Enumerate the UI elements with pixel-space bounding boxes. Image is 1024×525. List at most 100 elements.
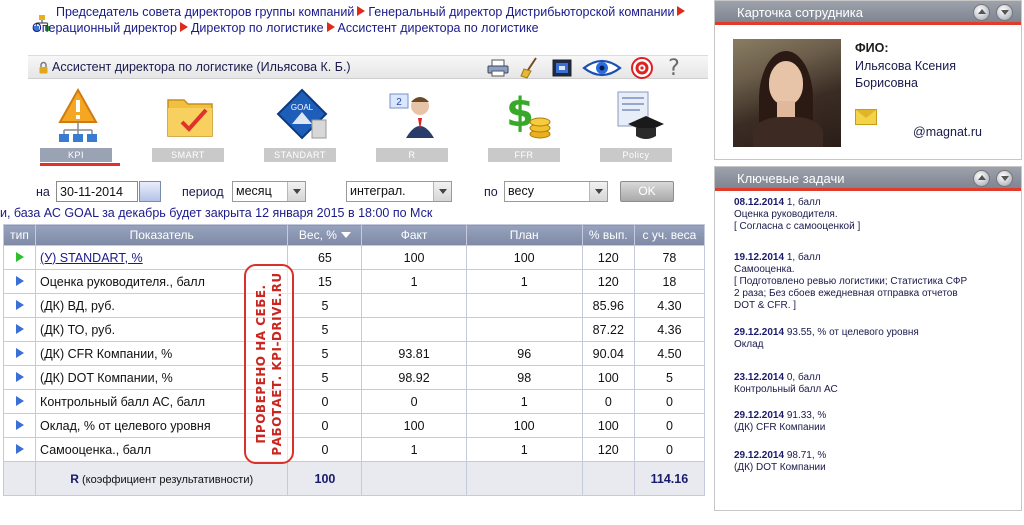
weight-cell: 0 (287, 389, 363, 414)
key-task-item[interactable]: 23.12.2014 0, балл Контрольный балл АС (734, 372, 1019, 396)
target-icon[interactable] (630, 57, 654, 79)
col-weight-label: Вес, % (298, 228, 337, 242)
plan-cell (465, 317, 583, 342)
key-task-date: 29.12.2014 (734, 410, 785, 421)
weight-cell: 65 (287, 245, 363, 270)
table-row[interactable]: (ДК) ТО, руб. 5 87.22 4.36 (2, 317, 706, 342)
calendar-icon[interactable] (139, 181, 161, 202)
key-task-item[interactable]: 29.12.2014 98.71, % (ДК) DOT Компании (734, 450, 1019, 474)
date-input[interactable] (56, 181, 138, 202)
ok-button[interactable]: OK (620, 181, 674, 202)
tab-kpi[interactable]: KPI (40, 86, 120, 166)
row-expand-cell[interactable] (2, 245, 37, 270)
collapse-up-icon[interactable] (973, 4, 990, 21)
key-task-value: 1, балл (786, 197, 821, 208)
period-select[interactable]: месяц (232, 181, 306, 202)
stamp-line-1: ПРОВЕРЕНО НА СЕБЕ. (254, 284, 268, 444)
row-expand-cell[interactable] (2, 437, 37, 462)
plan-cell: 1 (465, 269, 583, 294)
key-task-item[interactable]: 29.12.2014 93.55, % от целевого уровня Ок… (734, 327, 1019, 351)
col-percent[interactable]: % вып. (581, 224, 635, 246)
table-row[interactable]: (ДК) DOT Компании, % 5 98.92 98 100 5 (2, 365, 706, 390)
plan-cell: 98 (465, 365, 583, 390)
table-header-row: тип Показатель Вес, % Факт План % вып. с… (2, 224, 706, 246)
table-row[interactable]: Оклад, % от целевого уровня 0 100 100 100 0 (2, 413, 706, 438)
expand-arrow-icon (15, 347, 24, 358)
table-row[interactable]: (У) STANDART, % 65 100 100 120 78 (2, 245, 706, 270)
export-icon[interactable] (550, 57, 574, 79)
row-expand-cell[interactable] (2, 317, 37, 342)
help-icon[interactable]: ? (662, 56, 686, 81)
sort-desc-icon (340, 232, 351, 238)
row-expand-cell[interactable] (2, 413, 37, 438)
printer-icon[interactable] (486, 57, 510, 79)
toolbar: ? (486, 56, 686, 81)
user-bar: Ассистент директора по логистике (Ильясо… (28, 55, 708, 81)
indicator-label[interactable]: (У) STANDART, % (40, 251, 143, 265)
key-task-head: 29.12.2014 98.71, % (734, 450, 1019, 462)
weight-cell: 0 (287, 413, 363, 438)
tab-r[interactable]: 2 R (376, 86, 448, 166)
tab-ffr[interactable]: $ FFR (488, 86, 560, 166)
row-expand-cell[interactable] (2, 341, 37, 366)
table-row[interactable]: Оценка руководителя., балл 15 1 1 120 18 (2, 269, 706, 294)
key-task-line: (ДК) DOT Компании (734, 462, 826, 473)
module-tabs: KPI SMART GOAL STANDART 2 R $ FFR Policy (40, 86, 680, 166)
key-task-value: 1, балл (786, 252, 821, 263)
envelope-icon[interactable] (855, 109, 877, 125)
tab-smart-label: SMART (152, 148, 224, 162)
employee-email[interactable]: @magnat.ru (913, 125, 982, 139)
row-expand-cell[interactable] (2, 389, 37, 414)
table-row[interactable]: Контрольный балл АС, балл 0 0 1 0 0 (2, 389, 706, 414)
percent-cell: 90.04 (581, 341, 635, 366)
plan-cell: 96 (465, 341, 583, 366)
key-task-item[interactable]: 19.12.2014 1, балл Самооценка.[ Подготовл… (734, 252, 1019, 312)
table-row[interactable]: Самооценка., балл 0 1 1 120 0 (2, 437, 706, 462)
weighted-cell: 4.36 (633, 317, 706, 342)
col-plan[interactable]: План (465, 224, 583, 246)
svg-text:GOAL: GOAL (291, 103, 314, 112)
mode-select[interactable]: интеграл. (346, 181, 452, 202)
tab-smart[interactable]: SMART (152, 86, 224, 166)
tab-policy[interactable]: Policy (600, 86, 672, 166)
percent-cell: 100 (581, 413, 635, 438)
expand-arrow-icon (15, 299, 24, 310)
breadcrumb-item[interactable]: Операционный директор (32, 21, 177, 35)
col-indicator[interactable]: Показатель (35, 224, 289, 246)
table-row[interactable]: (ДК) CFR Компании, % 5 93.81 96 90.04 4.50 (2, 341, 706, 366)
eye-icon[interactable] (582, 57, 622, 79)
col-weighted[interactable]: с уч. веса (633, 224, 706, 246)
key-task-item[interactable]: 08.12.2014 1, балл Оценка руководителя.[ … (734, 197, 1019, 233)
key-task-date: 29.12.2014 (734, 327, 785, 338)
key-task-date: 29.12.2014 (734, 450, 785, 461)
breadcrumb-item[interactable]: Генеральный директор Дистрибьюторской ко… (368, 5, 674, 19)
collapse-down-icon[interactable] (996, 170, 1013, 187)
broom-icon[interactable] (518, 57, 542, 79)
tab-standart[interactable]: GOAL STANDART (264, 86, 336, 166)
summary-empty-cell (361, 461, 467, 496)
fact-cell: 98.92 (361, 365, 467, 390)
breadcrumb-item[interactable]: Председатель совета директоров группы ко… (56, 5, 354, 19)
weight-cell: 0 (287, 437, 363, 462)
summary-empty-cell (465, 461, 583, 496)
col-type[interactable]: тип (2, 224, 37, 246)
col-weight[interactable]: Вес, % (287, 224, 363, 246)
money-icon: $ (506, 90, 551, 139)
collapse-down-icon[interactable] (996, 4, 1013, 21)
summary-label: R (коэффициент результативности) (35, 461, 289, 496)
table-row[interactable]: (ДК) ВД, руб. 5 85.96 4.30 (2, 293, 706, 318)
key-task-line: 2 раза; Без сбоев ежедневная отправка от… (734, 288, 958, 299)
col-fact[interactable]: Факт (361, 224, 467, 246)
weight-mode-select[interactable]: весу (504, 181, 608, 202)
weighted-cell: 18 (633, 269, 706, 294)
collapse-up-icon[interactable] (973, 170, 990, 187)
key-task-item[interactable]: 29.12.2014 91.33, % (ДК) CFR Компании (734, 410, 1019, 434)
goal-badge-icon: GOAL (276, 88, 328, 140)
breadcrumb-item[interactable]: Директор по логистике (191, 21, 324, 35)
weighted-cell: 0 (633, 437, 706, 462)
person-numbers-icon: 2 (389, 93, 434, 138)
scroll-graduation-icon (617, 91, 664, 139)
row-expand-cell[interactable] (2, 293, 37, 318)
row-expand-cell[interactable] (2, 269, 37, 294)
row-expand-cell[interactable] (2, 365, 37, 390)
